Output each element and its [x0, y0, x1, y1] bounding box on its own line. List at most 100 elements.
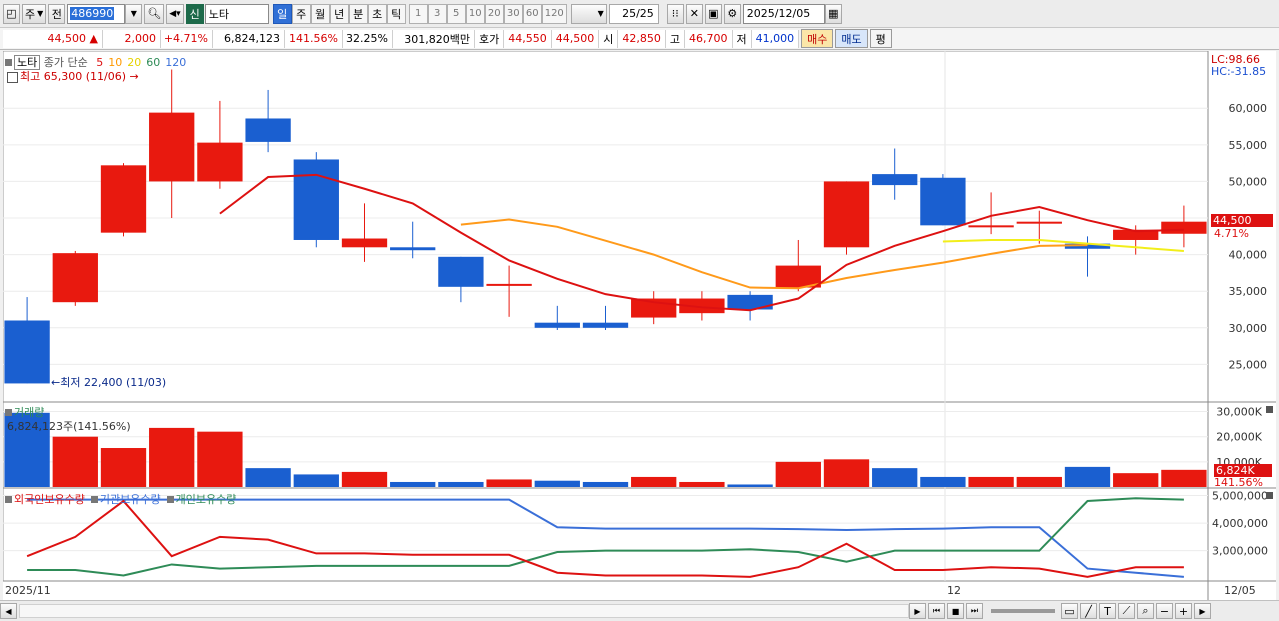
line-tool-icon[interactable]: ╱ — [1080, 603, 1097, 619]
volume-bar — [679, 481, 725, 487]
candle-body — [149, 112, 195, 182]
foreign-line — [26, 499, 1184, 578]
minute-tab[interactable]: 120 — [541, 3, 567, 24]
next-page-icon[interactable]: ⏭ — [966, 603, 983, 619]
chart-area[interactable]: 60,00055,00050,00045,00040,00035,00030,0… — [2, 50, 1276, 600]
candle-body — [438, 256, 484, 287]
grid-icon[interactable]: ⁝⁝ — [666, 3, 684, 24]
individual-line — [27, 497, 1184, 577]
volume-icon[interactable]: ◀▾ — [166, 3, 184, 24]
minute-tabs: 1 3 5 10 20 30 60 120 — [408, 3, 567, 24]
interval-select[interactable]: ▼ — [570, 3, 607, 24]
zoom-out-icon[interactable]: − — [1156, 603, 1173, 619]
minute-tab[interactable]: 60 — [522, 3, 542, 24]
buy-button[interactable]: 매수 — [801, 29, 834, 48]
panel-close-icon — [1266, 406, 1273, 413]
calendar-icon[interactable]: ▦ — [824, 3, 842, 24]
legend-marker-icon — [166, 496, 174, 503]
change-percent: +4.71% — [161, 29, 213, 48]
scroll-left-button[interactable]: ◀ — [0, 603, 17, 619]
volume-bar — [631, 476, 677, 487]
minute-tab[interactable]: 3 — [427, 3, 447, 24]
date-input[interactable]: 2025/12/05 — [742, 3, 825, 24]
chart-canvas[interactable]: 60,00055,00050,00045,00040,00035,00030,0… — [2, 50, 1276, 600]
institution-line — [27, 498, 1184, 578]
volume-bar — [245, 468, 291, 487]
stop-icon[interactable]: ■ — [947, 603, 964, 619]
scroll-right-button[interactable]: ▶ — [909, 603, 926, 619]
stock-code-input[interactable]: 486990 — [67, 3, 126, 24]
candle-body — [486, 283, 532, 286]
candle-body — [872, 174, 918, 186]
prev-button[interactable]: 전 — [48, 3, 66, 24]
first-page-icon[interactable]: ⏮ — [928, 603, 945, 619]
gear-icon[interactable]: ⚙ — [723, 3, 741, 24]
period-low-annotation: ←최저 22,400 (11/03) — [51, 374, 166, 390]
code-dropdown-button[interactable]: ▼ — [125, 3, 143, 24]
candle-body — [968, 225, 1014, 228]
volume-bar — [1161, 469, 1207, 487]
chart-type-icon[interactable]: ◰ — [3, 3, 20, 24]
bid-price: 44,550 — [504, 29, 552, 48]
period-tab[interactable]: 일 — [272, 3, 292, 24]
candle-body — [52, 253, 98, 303]
panel-icon[interactable] — [7, 71, 18, 83]
period-tab[interactable]: 월 — [310, 3, 330, 24]
period-tab[interactable]: 분 — [348, 3, 368, 24]
text-tool-icon[interactable]: T — [1099, 603, 1116, 619]
minute-tab[interactable]: 20 — [484, 3, 504, 24]
nav-bar: ◀ ▶ ⏮ ■ ⏭ ▭ ╱ T ⟋ ⌕ − + ▶ — [0, 600, 1279, 621]
sell-button[interactable]: 매도 — [835, 29, 868, 48]
zoom-in-icon[interactable]: + — [1175, 603, 1192, 619]
candle-body — [823, 181, 870, 248]
draw-tool-icon[interactable]: ▭ — [1061, 603, 1078, 619]
minute-tab[interactable]: 5 — [446, 3, 466, 24]
turnover-rate: 32.25% — [343, 29, 393, 48]
cross-icon[interactable]: ✕ — [685, 3, 703, 24]
scroll-end-icon[interactable]: ▶ — [1194, 603, 1211, 619]
stock-name-field[interactable]: 노타 — [204, 3, 269, 24]
legend-ma-period: 60 — [146, 56, 161, 69]
minute-tab[interactable]: 1 — [408, 3, 428, 24]
magnifier-icon[interactable]: ⌕ — [1137, 603, 1154, 619]
quote-row: 44,500 ▲ 2,000 +4.71% 6,824,123 141.56% … — [0, 28, 1279, 50]
candle-body — [582, 322, 629, 328]
date-axis-end: 12/05 — [1224, 584, 1256, 597]
chevron-down-icon: ▼ — [37, 9, 44, 18]
panel-close-icon — [1266, 492, 1273, 499]
minute-tab[interactable]: 30 — [503, 3, 523, 24]
search-icon[interactable]: 🔍︎ — [144, 3, 165, 24]
volume-bar — [872, 468, 918, 487]
high-label: 고 — [665, 29, 685, 48]
volume-bar — [149, 427, 195, 487]
volume-bar — [1113, 473, 1159, 487]
volume-bar — [100, 448, 147, 487]
open-label: 시 — [599, 29, 619, 48]
period-type-select[interactable]: 주 ▼ — [22, 3, 47, 24]
volume-bar — [534, 480, 580, 487]
period-low-text: 최저 22,400 (11/03) — [60, 376, 167, 389]
minute-tab[interactable]: 10 — [465, 3, 485, 24]
period-tab[interactable]: 초 — [367, 3, 387, 24]
volume-bar — [1016, 476, 1062, 487]
current-price: 44,500 — [47, 32, 87, 45]
volume-bar — [52, 436, 98, 487]
period-tab[interactable]: 주 — [291, 3, 311, 24]
period-tab[interactable]: 틱 — [386, 3, 406, 24]
volume-tick-label: 20,000K — [1216, 431, 1262, 444]
save-icon[interactable]: ▣ — [704, 3, 722, 24]
period-tab[interactable]: 년 — [329, 3, 349, 24]
volume-bar — [341, 471, 388, 487]
period-type-label: 주 — [25, 7, 36, 21]
arrow-left-icon: ← — [51, 376, 61, 389]
page-indicator[interactable]: 25/25 — [608, 3, 659, 24]
trend-tool-icon[interactable]: ⟋ — [1118, 603, 1135, 619]
stock-name-value: 노타 — [208, 7, 229, 21]
volume-value: 6,824,123 — [213, 29, 285, 48]
zoom-slider[interactable] — [991, 609, 1055, 613]
holdings-series-name: 개인보유수량 — [175, 493, 237, 506]
scrollbar-track[interactable] — [19, 604, 909, 618]
flat-button[interactable]: 평 — [869, 29, 892, 48]
volume-tick-label: 30,000K — [1216, 406, 1262, 419]
volume-bar — [582, 481, 629, 487]
